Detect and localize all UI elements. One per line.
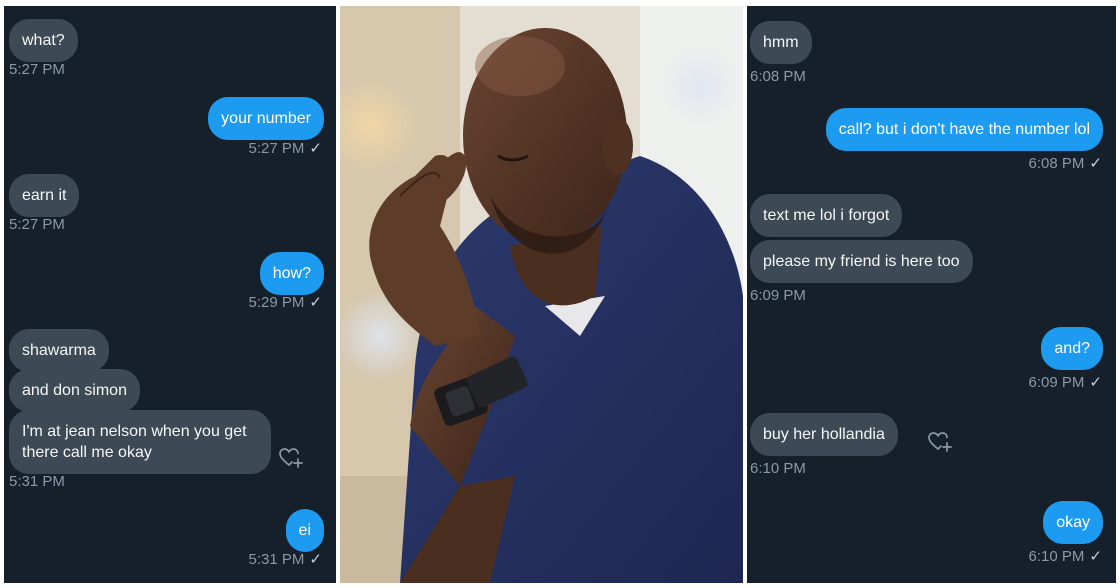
- message-timestamp: 6:09 PM: [750, 287, 806, 304]
- message-timestamp: 5:27 PM ✓: [248, 140, 322, 157]
- checkmark-icon: ✓: [1089, 155, 1102, 172]
- stock-photo: [340, 6, 743, 583]
- right-chat-panel: hmm 6:08 PM call? but i don't have the n…: [747, 6, 1116, 583]
- message-bubble-incoming[interactable]: earn it: [9, 174, 80, 217]
- message-timestamp: 6:10 PM ✓: [1028, 548, 1102, 565]
- message-timestamp: 5:31 PM ✓: [248, 551, 322, 568]
- message-bubble-outgoing[interactable]: how?: [259, 252, 324, 295]
- heart-plus-icon[interactable]: [278, 445, 304, 471]
- man-rubbing-eyes-image: [340, 6, 743, 583]
- message-bubble-incoming[interactable]: hmm: [750, 21, 812, 64]
- heart-plus-icon[interactable]: [927, 429, 953, 455]
- message-timestamp: 5:31 PM: [9, 473, 65, 490]
- message-timestamp: 6:08 PM ✓: [1028, 155, 1102, 172]
- message-bubble-incoming[interactable]: buy her hollandia: [750, 413, 898, 456]
- left-chat-panel: what? 5:27 PM your number 5:27 PM ✓ earn …: [4, 6, 336, 583]
- checkmark-icon: ✓: [309, 140, 322, 157]
- checkmark-icon: ✓: [309, 551, 322, 568]
- message-timestamp: 5:29 PM ✓: [248, 294, 322, 311]
- message-bubble-incoming[interactable]: text me lol i forgot: [750, 194, 903, 237]
- checkmark-icon: ✓: [309, 294, 322, 311]
- message-timestamp: 5:27 PM: [9, 61, 65, 78]
- message-bubble-outgoing[interactable]: okay: [1043, 501, 1103, 544]
- message-bubble-incoming[interactable]: please my friend is here too: [750, 240, 973, 283]
- message-bubble-outgoing[interactable]: and?: [1041, 327, 1103, 370]
- message-bubble-outgoing[interactable]: ei: [285, 509, 324, 552]
- message-bubble-incoming[interactable]: and don simon: [9, 369, 140, 412]
- message-timestamp: 6:09 PM ✓: [1028, 374, 1102, 391]
- message-timestamp: 5:27 PM: [9, 216, 65, 233]
- message-timestamp: 6:10 PM: [750, 460, 806, 477]
- message-bubble-incoming[interactable]: shawarma: [9, 329, 109, 372]
- checkmark-icon: ✓: [1089, 374, 1102, 391]
- checkmark-icon: ✓: [1089, 548, 1102, 565]
- message-bubble-outgoing[interactable]: call? but i don't have the number lol: [825, 108, 1103, 151]
- message-bubble-incoming[interactable]: what?: [9, 19, 78, 62]
- message-timestamp: 6:08 PM: [750, 68, 806, 85]
- message-bubble-outgoing[interactable]: your number: [208, 97, 324, 140]
- message-bubble-incoming[interactable]: I'm at jean nelson when you get there ca…: [9, 410, 271, 474]
